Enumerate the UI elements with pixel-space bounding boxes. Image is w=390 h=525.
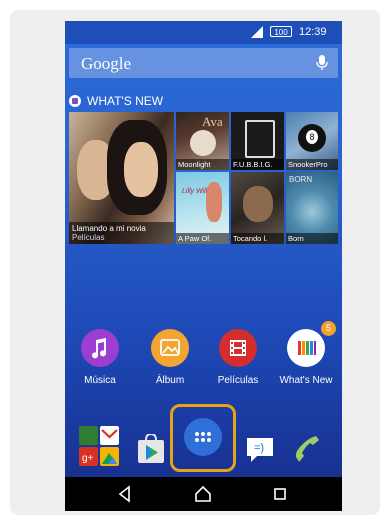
tile-caption: Llamando a mi novia Películas: [69, 222, 174, 244]
whats-new-title: WHAT'S NEW: [87, 94, 164, 108]
content-tile-moonlight[interactable]: Ava Moonlight: [176, 112, 229, 170]
app-drawer-highlight: [170, 404, 236, 472]
whats-new-app-icon: [287, 329, 325, 367]
app-whats-new[interactable]: 5 What's New: [271, 321, 341, 413]
svg-text:=): =): [254, 442, 264, 454]
album-art-text: Ava: [202, 114, 223, 129]
featured-title: Llamando a mi novia: [72, 224, 146, 233]
app-musica[interactable]: Música: [65, 321, 135, 413]
app-peliculas[interactable]: Películas: [203, 321, 273, 413]
app-label: Álbum: [155, 375, 185, 386]
app-label: Películas: [217, 375, 259, 386]
gmail-icon: [100, 426, 119, 445]
recents-button[interactable]: [271, 485, 289, 503]
photos-icon: [100, 447, 119, 466]
play-store-icon[interactable]: [137, 434, 165, 464]
tile-caption: Tocando l.: [231, 233, 284, 244]
phone-icon[interactable]: [290, 433, 322, 465]
svg-text:g+: g+: [82, 453, 94, 464]
photo-album-icon: [151, 329, 189, 367]
content-tile-snookerpro[interactable]: SnookerPro: [286, 112, 338, 170]
content-tile-born[interactable]: BORN Born: [286, 172, 338, 244]
app-drawer-button[interactable]: [184, 418, 222, 456]
back-button[interactable]: [116, 485, 134, 503]
tile-caption: Born: [286, 233, 338, 244]
content-tile-tocando[interactable]: Tocando l.: [231, 172, 284, 244]
google-logo: Google: [81, 54, 132, 73]
album-art-shape: [190, 130, 216, 156]
home-app-row: Música Álbum Películas 5 What's New: [65, 321, 342, 413]
google-plus-icon: g+: [79, 447, 98, 466]
google-search-bar[interactable]: Google: [69, 48, 338, 78]
film-strip-icon: [219, 329, 257, 367]
artwork-figure: [243, 186, 273, 222]
artwork-figure: [124, 142, 158, 197]
album-art-shape: [245, 120, 275, 158]
google-apps-folder[interactable]: g+: [79, 426, 119, 466]
music-note-icon: [81, 329, 119, 367]
messaging-icon[interactable]: =): [245, 435, 275, 463]
eight-ball-icon: [298, 124, 326, 152]
featured-movie-tile[interactable]: Llamando a mi novia Películas: [69, 112, 174, 244]
battery-icon: 100: [270, 26, 292, 37]
tile-caption: F.U.B.B.I.G.: [231, 159, 284, 170]
album-art-text: BORN: [289, 175, 313, 184]
status-bar: 100 12:39: [65, 21, 342, 44]
tile-caption: A Paw Of.: [176, 233, 229, 244]
clock: 12:39: [299, 26, 327, 38]
content-tile-a-paw-of[interactable]: Lilly Williams A Paw Of.: [176, 172, 229, 244]
tile-caption: SnookerPro: [286, 159, 338, 170]
app-album[interactable]: Álbum: [135, 321, 205, 413]
whats-new-icon: [69, 95, 81, 107]
home-button[interactable]: [194, 485, 212, 503]
mic-icon[interactable]: [316, 55, 328, 71]
app-label: What's New: [279, 375, 333, 386]
content-tile-fubbig[interactable]: F.U.B.B.I.G.: [231, 112, 284, 170]
battery-level: 100: [274, 28, 288, 37]
signal-icon: [251, 26, 263, 38]
maps-icon: [79, 426, 98, 445]
app-label: Música: [84, 375, 116, 386]
artwork-figure: [206, 182, 222, 222]
featured-category: Películas: [72, 233, 105, 242]
notification-badge: 5: [321, 321, 336, 336]
phone-screen: 100 12:39 Google WHAT'S NEW Llamando a m…: [65, 21, 342, 511]
tile-caption: Moonlight: [176, 159, 229, 170]
navigation-bar: [65, 477, 342, 511]
